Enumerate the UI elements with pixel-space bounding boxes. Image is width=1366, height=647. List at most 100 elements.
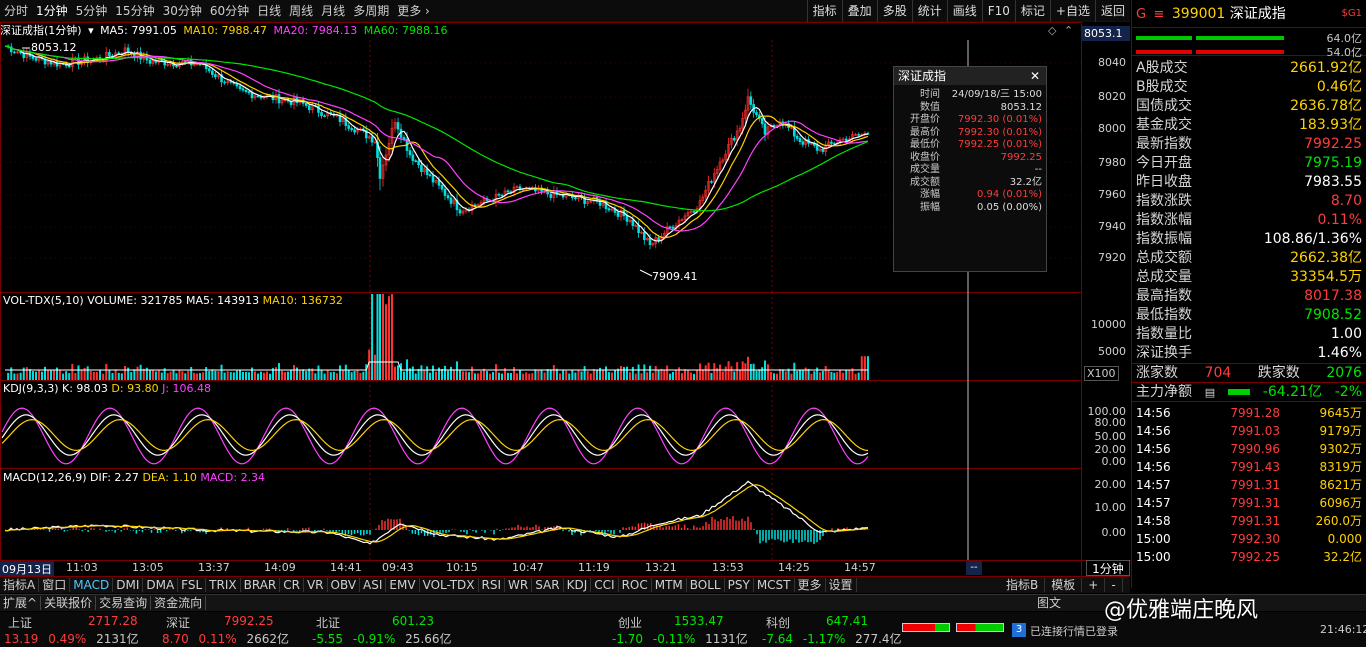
- volume-bar: [767, 364, 769, 380]
- ext-tab-3[interactable]: 资金流向: [151, 596, 207, 610]
- indicator-right-button-0[interactable]: 指标B: [1000, 578, 1046, 592]
- indicator-tab-18[interactable]: CCI: [591, 578, 619, 592]
- volume-bar: [53, 370, 55, 380]
- volume-bar: [583, 366, 586, 380]
- bz-index[interactable]: 北证 601.23: [316, 614, 476, 631]
- stat-value: 33354.5万: [1290, 269, 1362, 285]
- volume-bar: [339, 365, 341, 380]
- indicator-tab-8[interactable]: CR: [280, 578, 304, 592]
- vol-volume: VOLUME: 321785: [87, 294, 183, 307]
- volume-bar: [810, 373, 813, 380]
- tick-list[interactable]: 14:56 7991.28 9645万 14:56 7991.03 9179万 14:56 7…: [1132, 402, 1366, 566]
- indicator-tab-23[interactable]: MCST: [753, 578, 795, 592]
- volume-bar: [359, 372, 362, 380]
- g-icon[interactable]: G: [1136, 7, 1146, 22]
- mainYTicks-tick-6: 7920: [1098, 251, 1126, 264]
- candle-body: [428, 174, 432, 176]
- indicator-tab-1[interactable]: 窗口: [39, 578, 71, 592]
- volume-bar: [559, 373, 561, 380]
- indicator-tab-22[interactable]: PSY: [724, 578, 754, 592]
- sz-index[interactable]: 深证 7992.25: [166, 614, 326, 631]
- tab-partial[interactable]: 图文: [1034, 595, 1064, 612]
- volume-bar: [199, 373, 201, 380]
- volume-bar: [190, 366, 193, 380]
- ext-tab-2[interactable]: 交易查询: [96, 596, 152, 610]
- indicator-right-button-2[interactable]: +: [1082, 578, 1106, 592]
- quote-panel: G ≡ 399001 深证成指 $G1 64.0亿 54.0亿 A股成交 2661…: [1131, 0, 1366, 588]
- indicator-tab-12[interactable]: EMV: [386, 578, 420, 592]
- cy-index[interactable]: 创业 1533.47: [618, 614, 778, 631]
- tick-price: 7992.30: [1230, 532, 1280, 546]
- indicator-tab-15[interactable]: WR: [505, 578, 533, 592]
- indicator-tab-7[interactable]: BRAR: [240, 578, 281, 592]
- volume-bar: [423, 370, 426, 380]
- macdYTicks-tick-2: 0.00: [1101, 526, 1127, 539]
- stat-key: 总成交量: [1136, 269, 1192, 285]
- indicator-right-button-3[interactable]: -: [1105, 578, 1123, 592]
- volume-bar: [235, 370, 238, 380]
- kdjYTicks-tick-1: 80.00: [1094, 416, 1127, 429]
- indicator-tab-24[interactable]: 更多: [794, 578, 826, 592]
- indicator-tab-4[interactable]: DMA: [143, 578, 179, 592]
- period-label[interactable]: 1分钟: [1086, 560, 1130, 576]
- tick-row: 15:00 7992.30 0.000: [1132, 530, 1366, 548]
- indicator-tab-9[interactable]: VR: [303, 578, 328, 592]
- indicator-right-button-1[interactable]: 模板: [1045, 578, 1083, 592]
- tooltip-key: 最高价: [910, 126, 940, 138]
- indicator-tab-3[interactable]: DMI: [113, 578, 144, 592]
- indicator-tab-0[interactable]: 指标A: [0, 578, 40, 592]
- indicator-tab-11[interactable]: ASI: [360, 578, 387, 592]
- indicator-tab-19[interactable]: ROC: [618, 578, 652, 592]
- ext-tab-1[interactable]: 关联报价: [41, 596, 97, 610]
- table-icon[interactable]: ▤: [1205, 383, 1215, 402]
- volume-bar: [827, 369, 830, 380]
- volume-bar: [848, 370, 851, 380]
- volume-bar: [127, 367, 130, 380]
- volume-bar: [747, 356, 749, 380]
- sh-index[interactable]: 上证 2717.28: [8, 614, 168, 631]
- candle-body: [211, 70, 214, 75]
- kc-change: -7.64: [762, 632, 794, 646]
- ma10-line: [4, 45, 869, 239]
- ext-tab-0[interactable]: 扩展^: [0, 596, 42, 610]
- volume-bar: [657, 370, 660, 380]
- indicator-tab-16[interactable]: SAR: [532, 578, 564, 592]
- stat-key: 指数涨跌: [1136, 193, 1192, 209]
- indicator-tab-2[interactable]: MACD: [70, 578, 114, 592]
- volume-bar: [495, 364, 497, 380]
- volume-bar: [371, 294, 374, 380]
- indicator-tab-14[interactable]: RSI: [478, 578, 506, 592]
- volume-bar: [687, 369, 689, 380]
- volume-bar: [755, 370, 758, 380]
- indicator-tab-6[interactable]: TRIX: [206, 578, 241, 592]
- connection-badge[interactable]: 3: [1012, 623, 1026, 637]
- volume-bar: [693, 373, 695, 380]
- volume-bar: [546, 369, 549, 380]
- menu-icon[interactable]: ≡: [1154, 7, 1165, 22]
- close-icon[interactable]: ✕: [1030, 67, 1046, 85]
- volume-bar: [139, 364, 142, 380]
- tooltip-key: 数值: [920, 101, 940, 113]
- index-status-bar: 上证 2717.28 13.19 0.49% 2131亿 深证 7992.25 …: [0, 598, 1366, 647]
- volume-bar: [549, 369, 552, 380]
- indicator-tab-21[interactable]: BOLL: [686, 578, 725, 592]
- indicator-tab-25[interactable]: 设置: [825, 578, 857, 592]
- indicator-tab-13[interactable]: VOL-TDX: [419, 578, 479, 592]
- indicator-tab-10[interactable]: OBV: [327, 578, 361, 592]
- stat-value: 0.46亿: [1316, 79, 1362, 95]
- stat-key: B股成交: [1136, 79, 1188, 95]
- sh-value: 2717.28: [88, 614, 138, 628]
- tick-row: 14:58 7991.31 260.0万: [1132, 512, 1366, 530]
- time-tick-12: 14:25: [778, 561, 810, 574]
- volume-bar: [105, 363, 108, 380]
- volume-bar: [801, 370, 804, 380]
- volume-bar: [80, 369, 83, 380]
- indicator-tab-20[interactable]: MTM: [651, 578, 687, 592]
- volume-bar: [816, 367, 819, 380]
- candle-body: [353, 129, 356, 133]
- indicator-tab-17[interactable]: KDJ: [563, 578, 592, 592]
- tick-volume: 8319万: [1319, 460, 1362, 474]
- indicator-tab-5[interactable]: FSL: [178, 578, 207, 592]
- volume-bar: [254, 371, 256, 380]
- volume-bar: [362, 371, 365, 380]
